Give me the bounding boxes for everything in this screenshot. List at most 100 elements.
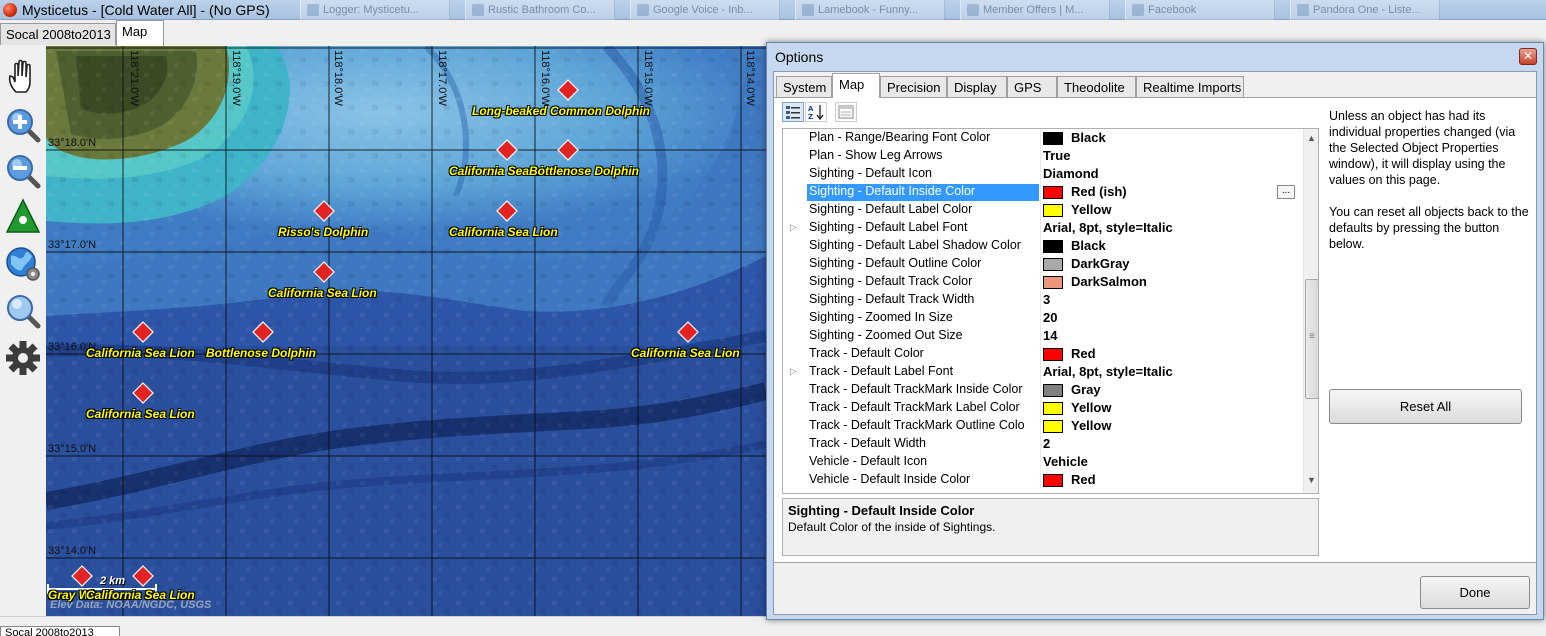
property-name: Track - Default Label Font — [809, 364, 954, 378]
alphabetical-sort-icon[interactable]: A Z — [805, 102, 827, 122]
property-value[interactable]: 2 — [1043, 436, 1050, 451]
sighting-label[interactable]: Bottlenose Dolphin — [529, 164, 639, 178]
property-value[interactable]: Yellow — [1071, 400, 1111, 415]
elevation-credit: Elev Data: NOAA/NGDC, USGS — [50, 599, 212, 611]
property-pages-icon[interactable] — [835, 102, 857, 122]
property-name: Vehicle - Default Inside Color — [809, 472, 971, 486]
zoom-in-icon[interactable] — [4, 104, 42, 144]
property-row[interactable]: Track - Default Color Red — [783, 345, 1303, 363]
property-row[interactable]: Sighting - Default Track Color DarkSalmon — [783, 273, 1303, 291]
property-value[interactable]: 14 — [1043, 328, 1057, 343]
property-value[interactable]: 20 — [1043, 310, 1057, 325]
property-row[interactable]: Vehicle - Default Icon Vehicle — [783, 453, 1303, 471]
property-row[interactable]: Vehicle - Default Inside Color Red — [783, 471, 1303, 489]
property-row[interactable]: ▷ Track - Default Label Font Arial, 8pt, s… — [783, 363, 1303, 381]
search-icon[interactable] — [4, 290, 42, 330]
sighting-label[interactable]: Risso's Dolphin — [278, 225, 368, 239]
property-value[interactable]: Black — [1071, 238, 1106, 253]
zoom-out-icon[interactable] — [4, 150, 42, 190]
background-tab-label: Google Voice - Inb... — [653, 4, 753, 16]
property-name: Track - Default Color — [809, 346, 924, 360]
done-button[interactable]: Done — [1420, 576, 1530, 609]
status-bar: Socal 2008to2013 — [0, 616, 770, 636]
map-view[interactable]: 118°21.0'W 118°19.0'W 118°18.0'W 118°17.0'W… — [46, 46, 766, 616]
property-row[interactable]: Track - Default Width 2 — [783, 435, 1303, 453]
description-text: Default Color of the inside of Sightings… — [788, 520, 996, 534]
property-name: Sighting - Default Outline Color — [809, 256, 982, 270]
sighting-label[interactable]: California Sea Lion — [86, 407, 195, 421]
sighting-label[interactable]: Bottlenose Dolphin — [206, 346, 316, 360]
longitude-label: 118°18.0'W — [332, 50, 344, 106]
property-row[interactable]: Track - Default TrackMark Label Color Yel… — [783, 399, 1303, 417]
sighting-label[interactable]: California Sea Lion — [268, 286, 377, 300]
scroll-up-icon[interactable]: ▲ — [1307, 133, 1316, 143]
property-value[interactable]: DarkSalmon — [1071, 274, 1147, 289]
tab-display[interactable]: Display — [947, 76, 1007, 97]
property-row[interactable]: Sighting - Default Inside Color Red (ish)… — [783, 183, 1303, 201]
terrain-icon[interactable] — [4, 196, 42, 236]
column-divider — [1040, 471, 1041, 489]
property-value[interactable]: Arial, 8pt, style=Italic — [1043, 220, 1173, 235]
reset-all-button[interactable]: Reset All — [1329, 389, 1522, 424]
globe-settings-icon[interactable] — [4, 244, 42, 284]
property-value[interactable]: Red — [1071, 472, 1096, 487]
property-value[interactable]: Diamond — [1043, 166, 1099, 181]
property-row[interactable]: Sighting - Default Track Width 3 — [783, 291, 1303, 309]
hand-pan-icon[interactable] — [4, 56, 42, 96]
property-row[interactable]: Sighting - Zoomed Out Size 14 — [783, 327, 1303, 345]
favicon-icon — [802, 4, 814, 16]
map-canvas — [46, 46, 766, 616]
sighting-label[interactable]: California Sea Lion — [449, 225, 558, 239]
property-value[interactable]: Yellow — [1071, 418, 1111, 433]
property-name: Track - Default TrackMark Outline Colo — [809, 418, 1025, 432]
tab-theodolite[interactable]: Theodolite — [1057, 76, 1136, 97]
property-value[interactable]: Arial, 8pt, style=Italic — [1043, 364, 1173, 379]
property-row[interactable]: Sighting - Zoomed In Size 20 — [783, 309, 1303, 327]
tab-map[interactable]: Map — [832, 73, 880, 98]
property-grid-scrollbar[interactable]: ▲ ≡ ▼ — [1303, 129, 1318, 493]
property-row[interactable]: Track - Default TrackMark Outline Colo Ye… — [783, 417, 1303, 435]
property-value[interactable]: True — [1043, 148, 1070, 163]
tab-precision[interactable]: Precision — [880, 76, 947, 97]
tab-system[interactable]: System — [776, 76, 832, 97]
sighting-label[interactable]: California Sea Lion — [86, 346, 195, 360]
property-row[interactable]: Track - Default TrackMark Inside Color Gr… — [783, 381, 1303, 399]
property-row[interactable]: Plan - Show Leg Arrows True — [783, 147, 1303, 165]
property-row[interactable]: Sighting - Default Outline Color DarkGray — [783, 255, 1303, 273]
favicon-icon — [472, 4, 484, 16]
tab-realtime-imports[interactable]: Realtime Imports — [1136, 76, 1244, 97]
dialog-title: Options — [775, 49, 824, 65]
categorized-view-icon[interactable] — [782, 102, 804, 122]
property-value[interactable]: Red — [1071, 346, 1096, 361]
property-value[interactable]: Red (ish) — [1071, 184, 1127, 199]
favicon-icon — [967, 4, 979, 16]
scroll-down-icon[interactable]: ▼ — [1307, 475, 1316, 485]
expand-arrow-icon[interactable]: ▷ — [790, 222, 797, 233]
status-layer-tab[interactable]: Socal 2008to2013 — [0, 626, 120, 636]
main-tab-0[interactable]: Socal 2008to2013 — [0, 23, 116, 45]
property-value[interactable]: Vehicle — [1043, 454, 1088, 469]
background-tab-label: Facebook — [1148, 4, 1197, 16]
tab-gps[interactable]: GPS — [1007, 76, 1057, 97]
property-value[interactable]: Gray — [1071, 382, 1101, 397]
settings-gear-icon[interactable] — [4, 338, 42, 378]
sighting-label[interactable]: California Sea Lion — [631, 346, 740, 360]
property-value[interactable]: Black — [1071, 130, 1106, 145]
expand-arrow-icon[interactable]: ▷ — [790, 366, 797, 377]
property-row[interactable]: Sighting - Default Icon Diamond — [783, 165, 1303, 183]
dialog-body: System Map Precision Display GPS Theodolite Re… — [773, 71, 1537, 615]
property-value[interactable]: 3 — [1043, 292, 1050, 307]
color-picker-button[interactable]: ... — [1277, 185, 1295, 199]
property-value[interactable]: Yellow — [1071, 202, 1111, 217]
property-row[interactable]: Plan - Range/Bearing Font Color Black — [783, 129, 1303, 147]
sighting-label[interactable]: Long-beaked Common Dolphin — [472, 104, 650, 118]
property-row[interactable]: Sighting - Default Label Shadow Color Bla… — [783, 237, 1303, 255]
property-value[interactable]: DarkGray — [1071, 256, 1130, 271]
close-icon[interactable]: ✕ — [1519, 48, 1537, 65]
main-tab-1[interactable]: Map — [116, 20, 164, 46]
background-tab: Pandora One - Liste... — [1290, 0, 1440, 20]
color-swatch — [1043, 384, 1063, 397]
property-row[interactable]: Sighting - Default Label Color Yellow — [783, 201, 1303, 219]
scrollbar-thumb[interactable]: ≡ — [1305, 279, 1318, 399]
property-row[interactable]: ▷ Sighting - Default Label Font Arial, 8pt… — [783, 219, 1303, 237]
